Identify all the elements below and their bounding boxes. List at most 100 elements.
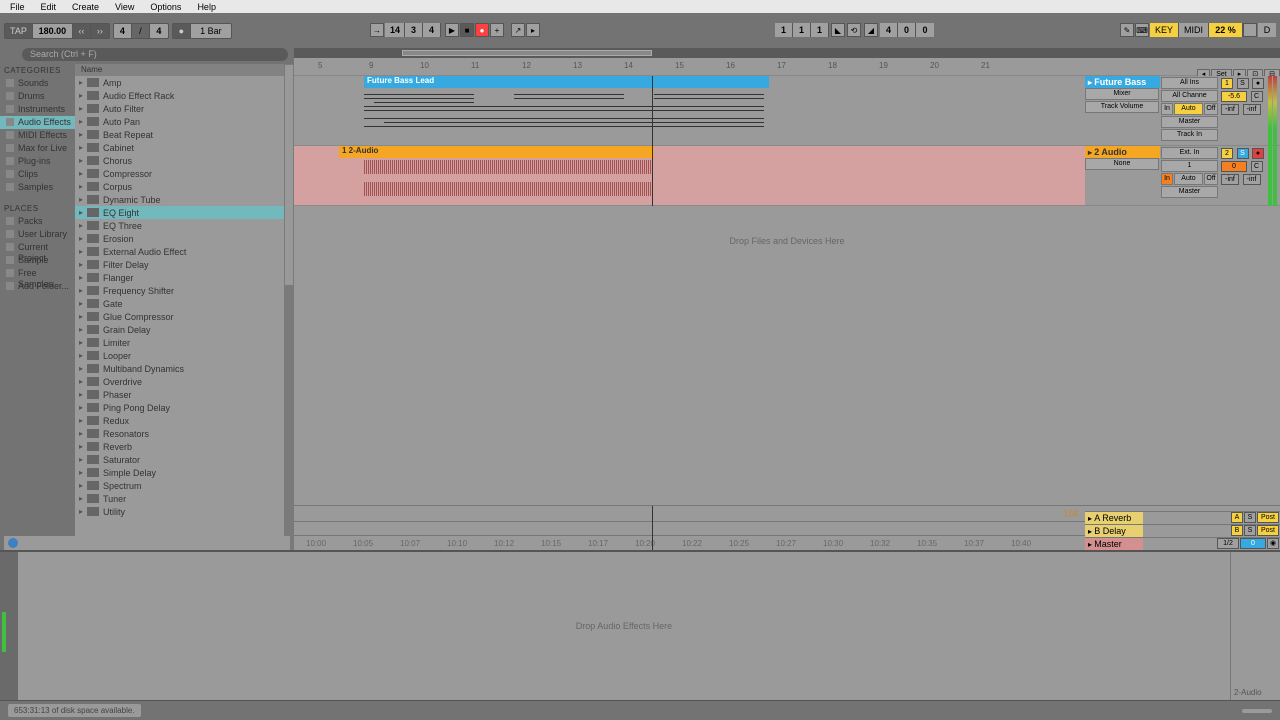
track-1-volume-label[interactable]: Track Volume	[1085, 101, 1159, 113]
menu-edit[interactable]: Edit	[33, 2, 65, 12]
sidebar-category-audio-effects[interactable]: Audio Effects	[0, 116, 75, 129]
sidebar-place-free-samples[interactable]: Free Samples	[0, 267, 75, 280]
menu-file[interactable]: File	[2, 2, 33, 12]
sidebar-place-add-folder-[interactable]: Add Folder...	[0, 280, 75, 293]
device-item-external-audio-effect[interactable]: ▸External Audio Effect	[75, 245, 294, 258]
device-item-ping-pong-delay[interactable]: ▸Ping Pong Delay	[75, 401, 294, 414]
track-1-output-ch[interactable]: Track In	[1161, 129, 1218, 141]
device-item-auto-filter[interactable]: ▸Auto Filter	[75, 102, 294, 115]
d-overload[interactable]: D	[1258, 23, 1276, 37]
position-beat[interactable]: 3	[405, 23, 423, 37]
track-2-inf2[interactable]: -inf	[1243, 174, 1261, 185]
track-2-solo[interactable]: S	[1237, 148, 1249, 159]
punch-in-button[interactable]: ◣	[831, 23, 845, 37]
device-item-limiter[interactable]: ▸Limiter	[75, 336, 294, 349]
loop-start-beat[interactable]: 1	[793, 23, 811, 37]
device-item-saturator[interactable]: ▸Saturator	[75, 453, 294, 466]
detail-selector[interactable]	[0, 552, 18, 700]
sidebar-category-clips[interactable]: Clips	[0, 168, 75, 181]
device-item-phaser[interactable]: ▸Phaser	[75, 388, 294, 401]
track-1-inf[interactable]: -inf	[1221, 104, 1239, 115]
track-1-mixer-label[interactable]: Mixer	[1085, 88, 1159, 100]
metronome-button[interactable]: ●	[173, 24, 191, 38]
device-item-corpus[interactable]: ▸Corpus	[75, 180, 294, 193]
device-item-flanger[interactable]: ▸Flanger	[75, 271, 294, 284]
key-map-button[interactable]: KEY	[1150, 23, 1179, 37]
device-item-spectrum[interactable]: ▸Spectrum	[75, 479, 294, 492]
record-button[interactable]: ●	[475, 23, 489, 37]
track-2-header[interactable]: ▸ 2 Audio None Ext. In 1 In Auto Off Mas…	[1085, 146, 1280, 206]
draw-mode-button[interactable]: ✎	[1120, 23, 1134, 37]
metronome-countIn[interactable]: 1 Bar	[191, 24, 231, 38]
sidebar-place-sample[interactable]: Sample	[0, 254, 75, 267]
overview-region[interactable]	[402, 50, 652, 56]
track-2-inf[interactable]: -inf	[1221, 174, 1239, 185]
device-item-multiband-dynamics[interactable]: ▸Multiband Dynamics	[75, 362, 294, 375]
device-item-grain-delay[interactable]: ▸Grain Delay	[75, 323, 294, 336]
master-solo[interactable]: ◉	[1267, 538, 1279, 549]
search-input[interactable]: Search (Ctrl + F)	[22, 48, 288, 61]
clip-future-bass-lead[interactable]: Future Bass Lead	[364, 76, 769, 88]
return-b-name[interactable]: ▸ B Delay	[1085, 525, 1143, 537]
sidebar-category-samples[interactable]: Samples	[0, 181, 75, 194]
sidebar-category-instruments[interactable]: Instruments	[0, 103, 75, 116]
device-item-cabinet[interactable]: ▸Cabinet	[75, 141, 294, 154]
automation-arm-button[interactable]: ↗	[511, 23, 525, 37]
device-item-audio-effect-rack[interactable]: ▸Audio Effect Rack	[75, 89, 294, 102]
device-item-filter-delay[interactable]: ▸Filter Delay	[75, 258, 294, 271]
return-b-header[interactable]: ▸ B Delay B S Post	[1085, 524, 1280, 537]
play-button[interactable]: ▶	[445, 23, 459, 37]
device-item-eq-three[interactable]: ▸EQ Three	[75, 219, 294, 232]
sidebar-category-midi-effects[interactable]: MIDI Effects	[0, 129, 75, 142]
position-sixteenth[interactable]: 4	[423, 23, 441, 37]
track-2-arm[interactable]: ●	[1252, 148, 1264, 159]
track-1-cue[interactable]: C	[1251, 91, 1263, 102]
loop-len-bar[interactable]: 4	[880, 23, 898, 37]
track-2-name[interactable]: ▸ 2 Audio	[1085, 146, 1160, 158]
track-2-monitor-in[interactable]: In	[1161, 173, 1173, 185]
return-a-solo[interactable]: S	[1244, 512, 1256, 523]
device-item-compressor[interactable]: ▸Compressor	[75, 167, 294, 180]
sidebar-place-current-project[interactable]: Current Project	[0, 241, 75, 254]
menu-create[interactable]: Create	[64, 2, 107, 12]
track-2-activator[interactable]: 2	[1221, 148, 1233, 159]
device-item-utility[interactable]: ▸Utility	[75, 505, 294, 518]
track-1-monitor-in[interactable]: In	[1161, 103, 1173, 115]
track-2-monitor-auto[interactable]: Auto	[1174, 173, 1203, 185]
stop-button[interactable]: ■	[460, 23, 474, 37]
clip-2-audio[interactable]: 1 2-Audio	[339, 146, 654, 158]
return-b-letter[interactable]: B	[1231, 525, 1243, 536]
loop-start-bar[interactable]: 1	[775, 23, 793, 37]
device-item-overdrive[interactable]: ▸Overdrive	[75, 375, 294, 388]
computer-midi-button[interactable]: ⌨	[1135, 23, 1149, 37]
device-item-simple-delay[interactable]: ▸Simple Delay	[75, 466, 294, 479]
return-a-header[interactable]: ▸ A Reverb A S Post	[1085, 511, 1280, 524]
loop-button[interactable]: ⟲	[847, 23, 861, 37]
track-1-activator[interactable]: 1	[1221, 78, 1233, 89]
sidebar-category-sounds[interactable]: Sounds	[0, 77, 75, 90]
track-2-cue[interactable]: C	[1251, 161, 1263, 172]
loop-len-sx[interactable]: 0	[916, 23, 934, 37]
back-to-arrangement-button[interactable]: ▸	[526, 23, 540, 37]
track-1-header[interactable]: ▸ Future Bass Mixer Track Volume All Ins…	[1085, 76, 1280, 146]
master-half[interactable]: 1/2	[1217, 538, 1239, 549]
beat-ruler[interactable]: 59101112131415161718192021 ◂ Set ▸ ⊡ ⊟	[294, 58, 1280, 76]
tap-tempo-button[interactable]: TAP	[5, 24, 33, 38]
tempo-field[interactable]: 180.00	[33, 24, 73, 38]
track-2-input[interactable]: Ext. In	[1161, 147, 1218, 159]
list-header-name[interactable]: Name	[75, 64, 294, 76]
device-chain-area[interactable]: Drop Audio Effects Here	[18, 552, 1230, 700]
device-item-looper[interactable]: ▸Looper	[75, 349, 294, 362]
overdub-button[interactable]: +	[490, 23, 504, 37]
device-item-erosion[interactable]: ▸Erosion	[75, 232, 294, 245]
device-item-auto-pan[interactable]: ▸Auto Pan	[75, 115, 294, 128]
track-1-arm[interactable]: ●	[1252, 78, 1264, 89]
browser-scrollbar[interactable]	[284, 64, 294, 550]
loop-len-beat[interactable]: 0	[898, 23, 916, 37]
tempo-nudge-down[interactable]: ‹‹	[73, 24, 91, 38]
master-name[interactable]: ▸ Master	[1085, 538, 1143, 550]
device-item-amp[interactable]: ▸Amp	[75, 76, 294, 89]
master-header[interactable]: ▸ Master 1/2 0 ◉	[1085, 537, 1280, 550]
device-item-tuner[interactable]: ▸Tuner	[75, 492, 294, 505]
device-item-redux[interactable]: ▸Redux	[75, 414, 294, 427]
